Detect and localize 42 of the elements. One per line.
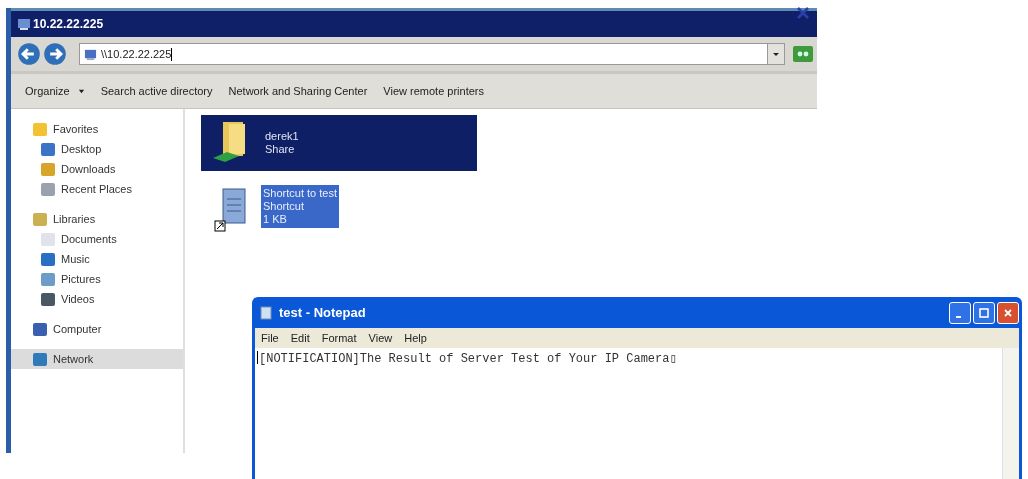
sidebar-item[interactable]: Documents	[11, 229, 183, 249]
network-folder-icon	[17, 17, 31, 31]
menu-item[interactable]: File	[261, 332, 279, 344]
file-label[interactable]: Shortcut to test Shortcut 1 KB	[261, 185, 339, 228]
window-title: 10.22.22.225	[33, 17, 104, 31]
go-icon[interactable]	[793, 46, 813, 62]
close-icon	[1003, 307, 1013, 318]
menu-item[interactable]: Edit	[290, 332, 310, 344]
sidebar-item[interactable]: Recent Places	[11, 179, 183, 199]
close-button[interactable]	[997, 301, 1019, 324]
sidebar-item[interactable]: Music	[11, 249, 183, 269]
sidebar-item[interactable]: Libraries	[11, 209, 183, 229]
address-field[interactable]: \\10.22.22.225	[79, 43, 785, 65]
toolbar-button[interactable]: Organize	[25, 83, 85, 99]
file-label[interactable]: derek1 Share	[263, 128, 301, 158]
back-button[interactable]	[17, 42, 41, 66]
scrollbar[interactable]	[1002, 348, 1019, 479]
toolbar-button[interactable]: View remote printers	[383, 83, 484, 99]
window-title: test - Notepad	[279, 305, 366, 320]
minimize-icon	[956, 315, 961, 318]
network-computer-icon	[84, 47, 97, 61]
menu-item[interactable]: Help	[404, 332, 427, 344]
dropdown-button[interactable]	[767, 44, 784, 64]
forward-button[interactable]	[43, 42, 67, 66]
sidebar-item[interactable]: Favorites	[11, 119, 183, 139]
minimize-button[interactable]	[949, 301, 971, 324]
menu-item[interactable]: View	[368, 332, 393, 344]
caret-icon	[77, 87, 85, 95]
toolbar-button[interactable]: Network and Sharing Center	[228, 83, 368, 99]
sidebar-item[interactable]: Downloads	[11, 159, 183, 179]
menu-item[interactable]: Format	[321, 332, 357, 344]
sidebar-item[interactable]: Computer	[11, 319, 183, 339]
maximize-button[interactable]	[973, 301, 995, 324]
sidebar-item[interactable]: Pictures	[11, 269, 183, 289]
sidebar-item[interactable]: Videos	[11, 289, 183, 309]
sidebar-item[interactable]: Network	[11, 349, 183, 369]
toolbar-button[interactable]: Search active directory	[100, 83, 213, 99]
maximize-icon	[979, 307, 989, 318]
notepad-icon	[259, 305, 273, 320]
sidebar-item[interactable]: Desktop	[11, 139, 183, 159]
caret-icon	[772, 50, 780, 58]
close-icon[interactable]	[796, 6, 810, 20]
